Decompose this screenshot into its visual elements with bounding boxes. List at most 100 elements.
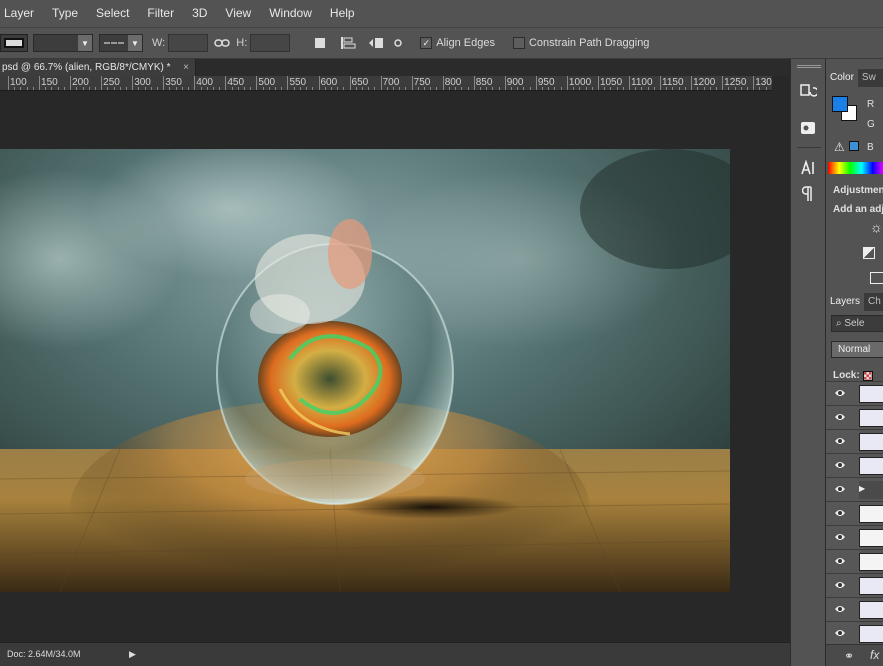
stroke-type-dropdown[interactable]: ▼ <box>99 34 143 52</box>
settings-gear-icon[interactable] <box>388 33 408 53</box>
link-icon[interactable] <box>212 33 232 53</box>
ruler-major-tick <box>70 76 72 90</box>
tab-color[interactable]: Color <box>826 69 858 87</box>
ruler-minor-tick <box>492 87 494 90</box>
dock-grip[interactable] <box>797 65 821 68</box>
stroke-width-dropdown[interactable]: ▼ <box>33 34 93 52</box>
ruler-major-tick <box>691 76 693 90</box>
tab-swatches[interactable]: Sw <box>858 69 880 87</box>
layer-row[interactable] <box>826 453 883 477</box>
visibility-eye-icon[interactable] <box>834 628 846 638</box>
constrain-path-toggle[interactable]: Constrain Path Dragging <box>512 37 649 49</box>
visibility-eye-icon[interactable] <box>834 604 846 614</box>
visibility-eye-icon[interactable] <box>834 436 846 446</box>
ruler-major-tick <box>101 76 103 90</box>
layer-filter-search[interactable]: ⌕ Sele <box>831 315 883 332</box>
ruler-minor-tick <box>610 87 612 90</box>
menu-select[interactable]: Select <box>91 0 134 27</box>
menu-layer[interactable]: Layer <box>0 0 39 27</box>
visibility-eye-icon[interactable] <box>834 556 846 566</box>
layer-row[interactable] <box>826 549 883 573</box>
group-expand-arrow-icon[interactable]: ▶ <box>859 484 865 493</box>
document-size-info: Doc: 2.64M/34.0M <box>7 649 81 659</box>
path-operations-icon[interactable] <box>310 33 330 53</box>
paragraph-panel-icon[interactable] <box>797 183 819 205</box>
close-icon[interactable]: × <box>183 59 189 76</box>
ruler-minor-tick <box>548 87 550 90</box>
status-menu-arrow-icon[interactable]: ▶ <box>129 649 136 660</box>
layer-row[interactable] <box>826 381 883 405</box>
curves-icon[interactable] <box>870 272 883 284</box>
tab-layers[interactable]: Layers <box>826 293 865 311</box>
menu-help[interactable]: Help <box>325 0 360 27</box>
menu-type[interactable]: Type <box>47 0 83 27</box>
ruler-minor-tick <box>647 87 649 90</box>
ruler-minor-tick <box>125 87 127 90</box>
ruler-tick-label: 550 <box>289 77 307 88</box>
menu-3d[interactable]: 3D <box>187 0 212 27</box>
ruler-tick-label: 600 <box>320 77 338 88</box>
layer-row[interactable] <box>826 429 883 453</box>
menu-filter[interactable]: Filter <box>142 0 179 27</box>
document-tab[interactable]: psd @ 66.7% (alien, RGB/8*/CMYK) * × <box>0 59 196 76</box>
ruler-minor-tick <box>275 87 277 90</box>
gamut-warning-icon: ⚠ <box>834 140 845 154</box>
constrain-path-checkbox[interactable] <box>512 37 525 49</box>
layer-row[interactable]: ▶ <box>826 477 883 501</box>
menu-view[interactable]: View <box>220 0 256 27</box>
layer-row[interactable] <box>826 597 883 621</box>
ruler-tick-label: 450 <box>227 77 245 88</box>
menu-window[interactable]: Window <box>264 0 317 27</box>
ruler-minor-tick <box>715 87 717 90</box>
align-edges-toggle[interactable]: ✓ Align Edges <box>420 37 495 49</box>
lock-transparent-pixels-icon[interactable] <box>863 371 873 381</box>
layer-row[interactable] <box>826 573 883 597</box>
height-field[interactable] <box>250 34 291 52</box>
color-spectrum-bar[interactable] <box>828 162 883 174</box>
layer-row[interactable] <box>826 525 883 549</box>
ruler-tick-label: 850 <box>475 77 493 88</box>
levels-icon[interactable] <box>863 247 875 259</box>
ruler-minor-tick <box>299 87 301 90</box>
visibility-eye-icon[interactable] <box>834 532 846 542</box>
width-field[interactable] <box>168 34 209 52</box>
visibility-eye-icon[interactable] <box>834 412 846 422</box>
horizontal-ruler[interactable]: 100 150 200 250 300 350 400 450 500 550 600 650 700 7… <box>0 76 772 91</box>
adjustments-title: Adjustment <box>833 185 883 196</box>
visibility-eye-icon[interactable] <box>834 508 846 518</box>
ruler-tick-label: 950 <box>537 77 555 88</box>
layer-effects-button[interactable]: fx <box>870 648 879 662</box>
visibility-eye-icon[interactable] <box>834 388 846 398</box>
blend-mode-dropdown[interactable]: Normal <box>831 341 883 358</box>
ruler-minor-tick <box>635 87 637 90</box>
align-edges-checkbox[interactable]: ✓ <box>420 37 433 49</box>
tab-channels[interactable]: Ch <box>864 293 883 311</box>
history-panel-icon[interactable] <box>797 81 819 103</box>
chevron-down-icon: ▼ <box>78 35 92 51</box>
red-channel-label: R <box>867 99 875 110</box>
layer-thumbnail <box>859 553 883 571</box>
character-panel-icon[interactable] <box>797 157 819 179</box>
visibility-eye-icon[interactable] <box>834 484 846 494</box>
path-arrangement-icon[interactable] <box>366 33 386 53</box>
link-layers-icon[interactable]: ⚭ <box>844 649 854 663</box>
layer-row[interactable] <box>826 501 883 525</box>
ruler-minor-tick <box>368 87 370 90</box>
ruler-minor-tick <box>585 87 587 90</box>
stroke-swatch[interactable] <box>0 34 28 52</box>
foreground-color-swatch[interactable] <box>832 96 848 112</box>
ruler-minor-tick <box>63 87 65 90</box>
visibility-eye-icon[interactable] <box>834 460 846 470</box>
path-alignment-icon[interactable] <box>338 33 358 53</box>
visibility-eye-icon[interactable] <box>834 580 846 590</box>
layer-row[interactable] <box>826 405 883 429</box>
ruler-major-tick <box>660 76 662 90</box>
ruler-minor-tick <box>330 87 332 90</box>
gamut-color-swatch[interactable] <box>849 141 859 151</box>
brightness-contrast-icon[interactable]: ☼ <box>870 219 883 235</box>
green-channel-label: G <box>867 119 875 130</box>
layer-row[interactable] <box>826 621 883 645</box>
ruler-minor-tick <box>113 87 115 90</box>
actions-panel-icon[interactable] <box>797 117 819 139</box>
canvas-area[interactable] <box>0 91 772 642</box>
